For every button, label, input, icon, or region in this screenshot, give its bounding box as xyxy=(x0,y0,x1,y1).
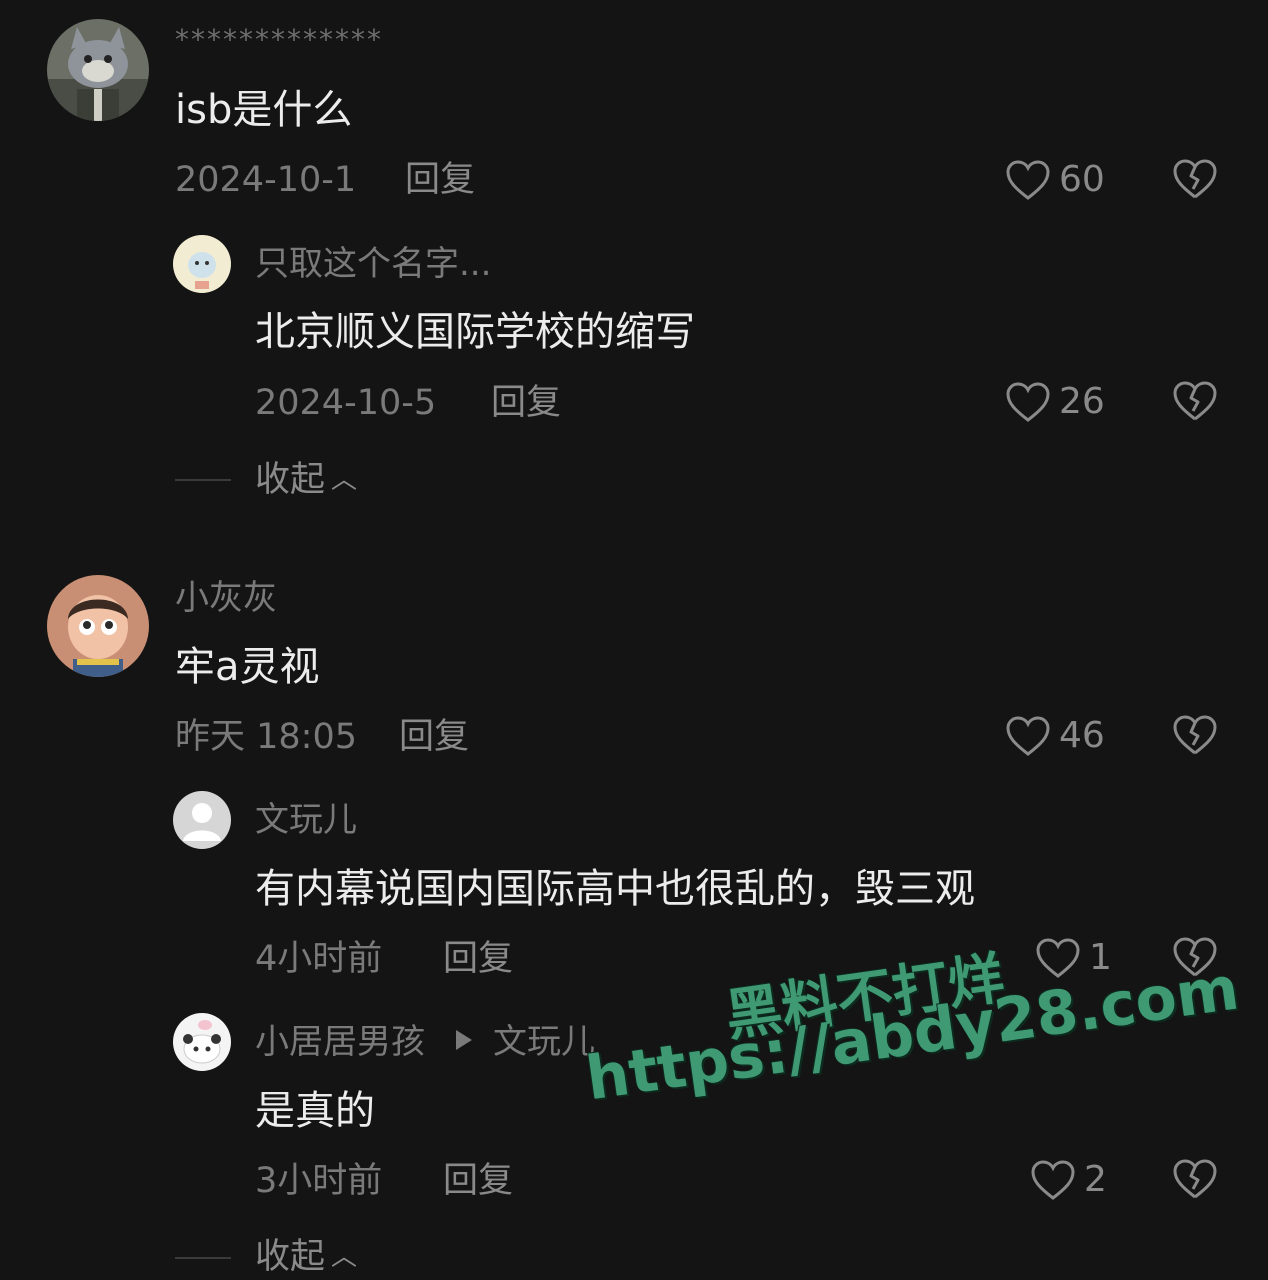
reply-button[interactable]: 回复 xyxy=(399,716,469,758)
username[interactable]: 小灰灰 xyxy=(175,578,277,618)
broken-heart-icon xyxy=(1173,715,1217,755)
username[interactable]: 小居居男孩 xyxy=(255,1022,425,1062)
like-count: 2 xyxy=(1084,1159,1107,1200)
comment-date: 4小时前 xyxy=(255,939,383,979)
comment-date: 昨天 18:05 xyxy=(175,717,357,757)
like-count: 26 xyxy=(1059,381,1105,422)
avatar[interactable] xyxy=(173,791,231,849)
like-count: 46 xyxy=(1059,715,1105,756)
reply-to-arrow-icon xyxy=(456,1030,472,1050)
broken-heart-icon xyxy=(1173,381,1217,421)
comment-text: isb是什么 xyxy=(175,87,353,133)
like-button[interactable]: 26 xyxy=(1005,380,1105,424)
comment-text: 有内幕说国内国际高中也很乱的，毁三观 xyxy=(255,866,975,912)
comment-text: 牢a灵视 xyxy=(175,644,320,690)
avatar[interactable] xyxy=(173,1013,231,1071)
heart-icon xyxy=(1006,160,1050,200)
chevron-up-icon: ︿ xyxy=(331,465,358,495)
heart-icon xyxy=(1031,1160,1075,1200)
avatar[interactable] xyxy=(47,575,149,677)
avatar[interactable] xyxy=(173,235,231,293)
comment-text: 北京顺义国际学校的缩写 xyxy=(255,309,695,355)
heart-icon xyxy=(1006,716,1050,756)
like-button[interactable]: 2 xyxy=(1030,1158,1107,1202)
comment-date: 3小时前 xyxy=(255,1161,383,1201)
reply-button[interactable]: 回复 xyxy=(443,1160,513,1202)
broken-heart-icon xyxy=(1173,159,1217,199)
collapse-button[interactable]: 收起 ︿ xyxy=(255,459,357,501)
chevron-up-icon: ︿ xyxy=(331,1242,358,1272)
reply-button[interactable]: 回复 xyxy=(491,382,561,424)
username[interactable]: ************* xyxy=(175,20,383,60)
collapse-button[interactable]: 收起 ︿ xyxy=(255,1236,357,1278)
comment-text: 是真的 xyxy=(255,1088,375,1134)
avatar[interactable] xyxy=(47,19,149,121)
collapse-label: 收起 xyxy=(255,1237,326,1277)
heart-icon xyxy=(1006,382,1050,422)
reply-button[interactable]: 回复 xyxy=(405,159,475,201)
collapse-divider xyxy=(175,479,231,481)
like-count: 60 xyxy=(1059,159,1105,200)
comment-date: 2024-10-5 xyxy=(255,383,437,423)
heart-icon xyxy=(1036,938,1080,978)
reply-button[interactable]: 回复 xyxy=(443,938,513,980)
cat-avatar-icon xyxy=(47,19,149,121)
username[interactable]: 文玩儿 xyxy=(255,800,357,840)
cartoon-animal-avatar-icon xyxy=(173,235,231,293)
username[interactable]: 只取这个名字... xyxy=(255,244,491,284)
panda-avatar-icon xyxy=(173,1013,231,1071)
comment-date: 2024-10-1 xyxy=(175,160,357,200)
dislike-button[interactable] xyxy=(1172,158,1218,200)
like-button[interactable]: 60 xyxy=(1005,158,1105,202)
reply-to-username[interactable]: 文玩儿 xyxy=(493,1022,595,1062)
broken-heart-icon xyxy=(1173,1159,1217,1199)
collapse-divider xyxy=(175,1257,231,1259)
default-user-avatar-icon xyxy=(173,791,231,849)
like-button[interactable]: 46 xyxy=(1005,714,1105,758)
dislike-button[interactable] xyxy=(1172,714,1218,756)
dislike-button[interactable] xyxy=(1172,1158,1218,1200)
collapse-label: 收起 xyxy=(255,460,326,500)
dislike-button[interactable] xyxy=(1172,380,1218,422)
girl-avatar-icon xyxy=(47,575,149,677)
